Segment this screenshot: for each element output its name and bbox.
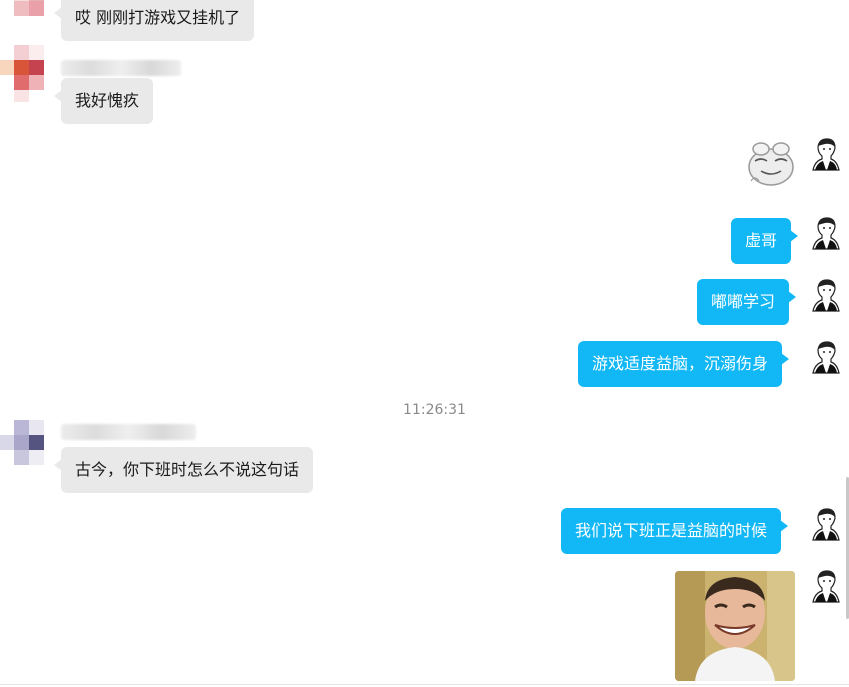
my-avatar[interactable]: [811, 137, 841, 171]
my-avatar[interactable]: [811, 507, 841, 541]
sketch-portrait-avatar-icon: [812, 570, 840, 603]
contact-name-blurred: [61, 424, 196, 440]
message-text: 虚哥: [745, 231, 778, 250]
message-text: 我好愧疚: [75, 91, 140, 110]
my-avatar[interactable]: [811, 216, 841, 250]
incoming-message-bubble[interactable]: 古今，你下班时怎么不说这句话: [53, 447, 314, 493]
chat-window: 哎 刚刚打游戏又挂机了 我好愧疚 虚哥 嘟嘟学习 游戏适度益脑，沉溺伤身 11:…: [0, 0, 849, 687]
outgoing-message-bubble[interactable]: 嘟嘟学习: [697, 279, 797, 325]
my-avatar[interactable]: [811, 340, 841, 374]
laughing-man-sticker-icon[interactable]: [675, 571, 795, 681]
contact-avatar-1[interactable]: [14, 0, 44, 16]
contact-name-blurred: [61, 60, 181, 76]
outgoing-message-bubble[interactable]: 虚哥: [731, 218, 799, 264]
divider: [0, 684, 849, 685]
sketch-portrait-avatar-icon: [812, 279, 840, 312]
sketch-portrait-avatar-icon: [812, 138, 840, 171]
outgoing-message-bubble[interactable]: 我们说下班正是益脑的时候: [561, 508, 789, 554]
outgoing-message-bubble[interactable]: 游戏适度益脑，沉溺伤身: [578, 341, 790, 387]
incoming-message-bubble[interactable]: 哎 刚刚打游戏又挂机了: [53, 0, 255, 41]
message-text: 哎 刚刚打游戏又挂机了: [75, 8, 241, 27]
sketch-portrait-avatar-icon: [812, 508, 840, 541]
incoming-message-bubble[interactable]: 我好愧疚: [53, 78, 154, 124]
message-timestamp: 11:26:31: [403, 402, 466, 418]
message-text: 我们说下班正是益脑的时候: [575, 521, 768, 540]
message-text: 游戏适度益脑，沉溺伤身: [592, 354, 769, 373]
contact-avatar-2[interactable]: [0, 45, 45, 105]
message-text: 古今，你下班时怎么不说这句话: [75, 460, 300, 479]
contact-avatar-3[interactable]: [0, 420, 45, 466]
my-avatar[interactable]: [811, 569, 841, 603]
frog-sticker-icon[interactable]: [745, 137, 797, 189]
my-avatar[interactable]: [811, 278, 841, 312]
sketch-portrait-avatar-icon: [812, 217, 840, 250]
sketch-portrait-avatar-icon: [812, 341, 840, 374]
message-text: 嘟嘟学习: [711, 292, 776, 311]
